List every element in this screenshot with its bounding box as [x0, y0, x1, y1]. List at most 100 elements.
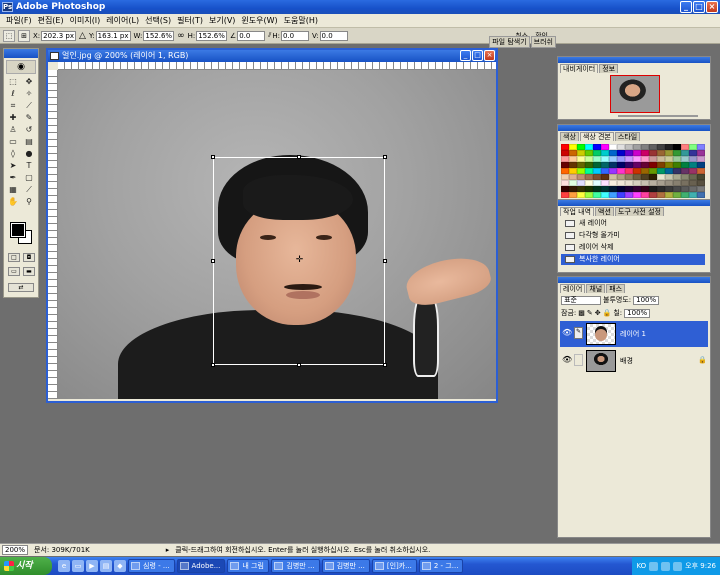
marquee-tool-icon[interactable]: ⬚ — [6, 76, 21, 87]
reference-point-icon[interactable]: ⊞ — [18, 29, 30, 42]
h-skew-input[interactable]: 0.0 — [280, 30, 309, 41]
vertical-ruler[interactable] — [48, 70, 58, 399]
palette-well-file-browser-tab[interactable]: 파일 탐색기 — [489, 36, 530, 48]
type-tool-icon[interactable]: T — [22, 160, 37, 171]
color-swatch[interactable] — [569, 192, 577, 198]
dodge-tool-icon[interactable]: ● — [22, 148, 37, 159]
color-swatch[interactable] — [649, 192, 657, 198]
palette-well-brushes-tab[interactable]: 브러쉬 — [530, 36, 556, 48]
opacity-input[interactable]: 100% — [633, 295, 660, 305]
navigator-thumbnail[interactable] — [610, 75, 660, 113]
color-swatch[interactable] — [689, 192, 697, 198]
screen-mode-full-icon[interactable]: ▬ — [23, 267, 35, 276]
color-swatch[interactable] — [593, 192, 601, 198]
lock-transparency-icon[interactable]: ▩ — [578, 309, 585, 317]
document-minimize-button[interactable]: _ — [460, 50, 471, 61]
shape-tool-icon[interactable]: ▢ — [22, 172, 37, 183]
notes-tool-icon[interactable]: ▦ — [6, 184, 21, 195]
v-skew-input[interactable]: 0.0 — [319, 30, 348, 41]
image-canvas[interactable]: ✛ — [58, 70, 496, 399]
transform-handle-top-right[interactable] — [383, 155, 387, 159]
pen-tool-icon[interactable]: ✒ — [6, 172, 21, 183]
quick-launch-media-icon[interactable]: ▶ — [86, 560, 98, 572]
taskbar-task[interactable]: 2 - 그... — [418, 559, 464, 573]
screen-mode-standard-icon[interactable]: ▭ — [8, 267, 20, 276]
zoom-tool-icon[interactable]: ⚲ — [22, 196, 37, 207]
gradient-tool-icon[interactable]: ▤ — [22, 136, 37, 147]
menu-edit[interactable]: 편집(E) — [35, 15, 67, 27]
history-item[interactable]: 다각형 올가미 — [561, 230, 705, 241]
lasso-tool-icon[interactable]: ℓ — [6, 88, 21, 99]
foreground-color-swatch[interactable] — [10, 222, 26, 238]
color-swatch[interactable] — [665, 192, 673, 198]
close-button[interactable]: × — [706, 1, 718, 13]
move-tool-icon[interactable]: ✥ — [22, 76, 37, 87]
quick-launch-app-icon[interactable]: ◆ — [114, 560, 126, 572]
document-size-info[interactable]: 문서: 309K/701K — [34, 545, 90, 555]
transform-handle-left[interactable] — [211, 259, 215, 263]
width-input[interactable]: 152.6% — [143, 30, 175, 41]
color-swatch[interactable] — [585, 192, 593, 198]
horizontal-ruler[interactable] — [58, 62, 496, 70]
tab-color[interactable]: 색상 — [560, 132, 579, 141]
menu-layer[interactable]: 레이어(L) — [103, 15, 142, 27]
transform-handle-bottom-right[interactable] — [383, 363, 387, 367]
menu-select[interactable]: 선택(S) — [142, 15, 174, 27]
tab-tool-presets[interactable]: 도구 사전 설정 — [614, 207, 664, 216]
eyedropper-tool-icon[interactable]: ⟋ — [22, 184, 37, 195]
eraser-tool-icon[interactable]: ▭ — [6, 136, 21, 147]
menu-image[interactable]: 이미지(I) — [67, 15, 104, 27]
tray-volume-icon[interactable] — [661, 561, 671, 571]
color-swatch[interactable] — [633, 192, 641, 198]
document-maximize-button[interactable]: □ — [472, 50, 483, 61]
history-item[interactable]: 새 레이어 — [561, 218, 705, 229]
quick-launch-ie-icon[interactable]: e — [58, 560, 70, 572]
chain-link-icon[interactable]: ∞ — [177, 31, 185, 41]
color-swatch[interactable] — [681, 192, 689, 198]
document-close-button[interactable]: × — [484, 50, 495, 61]
blend-mode-select[interactable]: 표준 — [561, 295, 601, 305]
transform-handle-right[interactable] — [383, 259, 387, 263]
layer-link-icon[interactable]: ✎ — [574, 327, 583, 339]
color-swatch[interactable] — [577, 192, 585, 198]
color-swatch[interactable] — [673, 192, 681, 198]
menu-view[interactable]: 보기(V) — [206, 15, 238, 27]
color-swatch[interactable] — [625, 192, 633, 198]
history-item-active[interactable]: 복사한 레이어 — [561, 254, 705, 265]
minimize-button[interactable]: _ — [680, 1, 692, 13]
color-swatch[interactable] — [601, 192, 609, 198]
layer-row-layer-1[interactable]: 👁 ✎ 레이어 1 — [560, 321, 708, 347]
menu-file[interactable]: 파일(F) — [3, 15, 35, 27]
document-title-bar[interactable]: 얼인.jpg @ 200% (레이어 1, RGB) _ □ × — [48, 50, 496, 62]
tab-history[interactable]: 작업 내역 — [560, 207, 594, 216]
menu-filter[interactable]: 필터(T) — [174, 15, 206, 27]
delta-icon[interactable]: △ — [79, 31, 86, 41]
maximize-button[interactable]: □ — [693, 1, 705, 13]
color-swatch[interactable] — [561, 192, 569, 198]
menu-window[interactable]: 윈도우(W) — [238, 15, 280, 27]
transform-handle-top-left[interactable] — [211, 155, 215, 159]
tab-swatches[interactable]: 색상 견본 — [579, 132, 614, 141]
quick-mask-icon[interactable]: ◘ — [23, 253, 35, 262]
angle-input[interactable]: 0.0 — [237, 30, 266, 41]
tab-info[interactable]: 정보 — [599, 64, 619, 73]
tab-paths[interactable]: 패스 — [606, 284, 626, 293]
taskbar-task[interactable]: 심령 - ... — [128, 559, 175, 573]
tab-layers[interactable]: 레이어 — [560, 284, 586, 293]
height-input[interactable]: 152.6% — [196, 30, 227, 41]
taskbar-task[interactable]: 김병만 ... — [321, 559, 370, 573]
lock-position-icon[interactable]: ✥ — [595, 309, 601, 317]
taskbar-task[interactable]: [인]카... — [371, 559, 417, 573]
start-button[interactable]: 시작 — [0, 557, 52, 575]
color-swatch[interactable] — [641, 192, 649, 198]
fill-input[interactable]: 100% — [624, 308, 651, 318]
menu-help[interactable]: 도움말(H) — [281, 15, 321, 27]
lock-pixels-icon[interactable]: ✎ — [587, 309, 593, 317]
taskbar-task[interactable]: 김병만 ... — [271, 559, 320, 573]
layer-link-icon[interactable] — [574, 354, 583, 366]
layer-row-background[interactable]: 👁 배경 🔒 — [560, 348, 708, 374]
navigator-zoom-slider[interactable] — [618, 115, 698, 117]
taskbar-task[interactable]: 내 그림 — [227, 559, 270, 573]
tab-channels[interactable]: 채널 — [586, 284, 606, 293]
standard-mode-icon[interactable]: □ — [8, 253, 20, 262]
